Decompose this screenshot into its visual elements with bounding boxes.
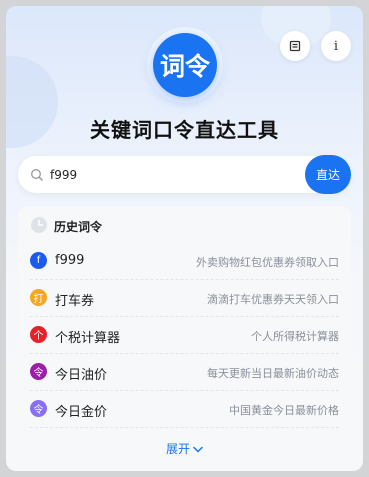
info-icon: i (333, 38, 339, 54)
expand-label: 展开 (165, 442, 190, 456)
history-item-oil-price[interactable]: 令 今日油价 每天更新当日最新油价动态 (30, 354, 339, 391)
item-name: 个税计算器 (55, 331, 121, 346)
history-header: 历史词令 (18, 206, 351, 244)
item-icon: f (30, 252, 47, 269)
item-icon: 令 (30, 363, 47, 380)
item-desc: 滴滴打车优惠券天天领入口 (207, 293, 339, 306)
history-item-gold-price[interactable]: 令 今日金价 中国黄金今日最新价格 (30, 391, 339, 428)
search-bar (18, 156, 351, 193)
item-name: 打车券 (55, 294, 95, 309)
clock-icon (30, 216, 48, 234)
history-item-f999[interactable]: f f999 外卖购物红包优惠券领取入口 (30, 243, 339, 280)
row-divider (30, 427, 339, 428)
search-input[interactable] (50, 164, 290, 185)
item-desc: 中国黄金今日最新价格 (229, 404, 339, 417)
item-icon: 令 (30, 400, 47, 417)
item-name: 今日油价 (55, 368, 108, 383)
history-card: 历史词令 f f999 外卖购物红包优惠券领取入口 打 打车券 滴滴打车优惠券天… (18, 206, 351, 463)
item-icon: 打 (30, 289, 47, 306)
info-button[interactable]: i (321, 31, 351, 61)
page-title: 关键词口令直达工具 (90, 118, 279, 142)
item-name: 今日金价 (55, 405, 108, 420)
chevron-down-icon (193, 446, 203, 453)
item-desc: 外卖购物红包优惠券领取入口 (196, 256, 339, 269)
bookmark-button[interactable] (280, 31, 310, 61)
logo-text: 词令 (159, 52, 210, 81)
search-icon (30, 167, 44, 181)
item-desc: 个人所得税计算器 (251, 330, 339, 343)
history-item-tax-calculator[interactable]: 个 个税计算器 个人所得税计算器 (30, 317, 339, 354)
history-item-taxi-coupon[interactable]: 打 打车券 滴滴打车优惠券天天领入口 (30, 280, 339, 317)
app-logo: 词令 (153, 33, 217, 97)
bookmark-icon (289, 37, 301, 56)
search-button[interactable]: 直达 (305, 155, 351, 194)
expand-button[interactable]: 展开 (18, 440, 351, 457)
app-window: 词令 i 关键词口令直达工具 直达 历史词令 f f999 外卖购物红包优惠券领… (6, 6, 363, 471)
item-icon: 个 (30, 326, 47, 343)
history-title: 历史词令 (54, 220, 103, 234)
item-name: f999 (55, 253, 85, 268)
item-desc: 每天更新当日最新油价动态 (207, 367, 339, 380)
